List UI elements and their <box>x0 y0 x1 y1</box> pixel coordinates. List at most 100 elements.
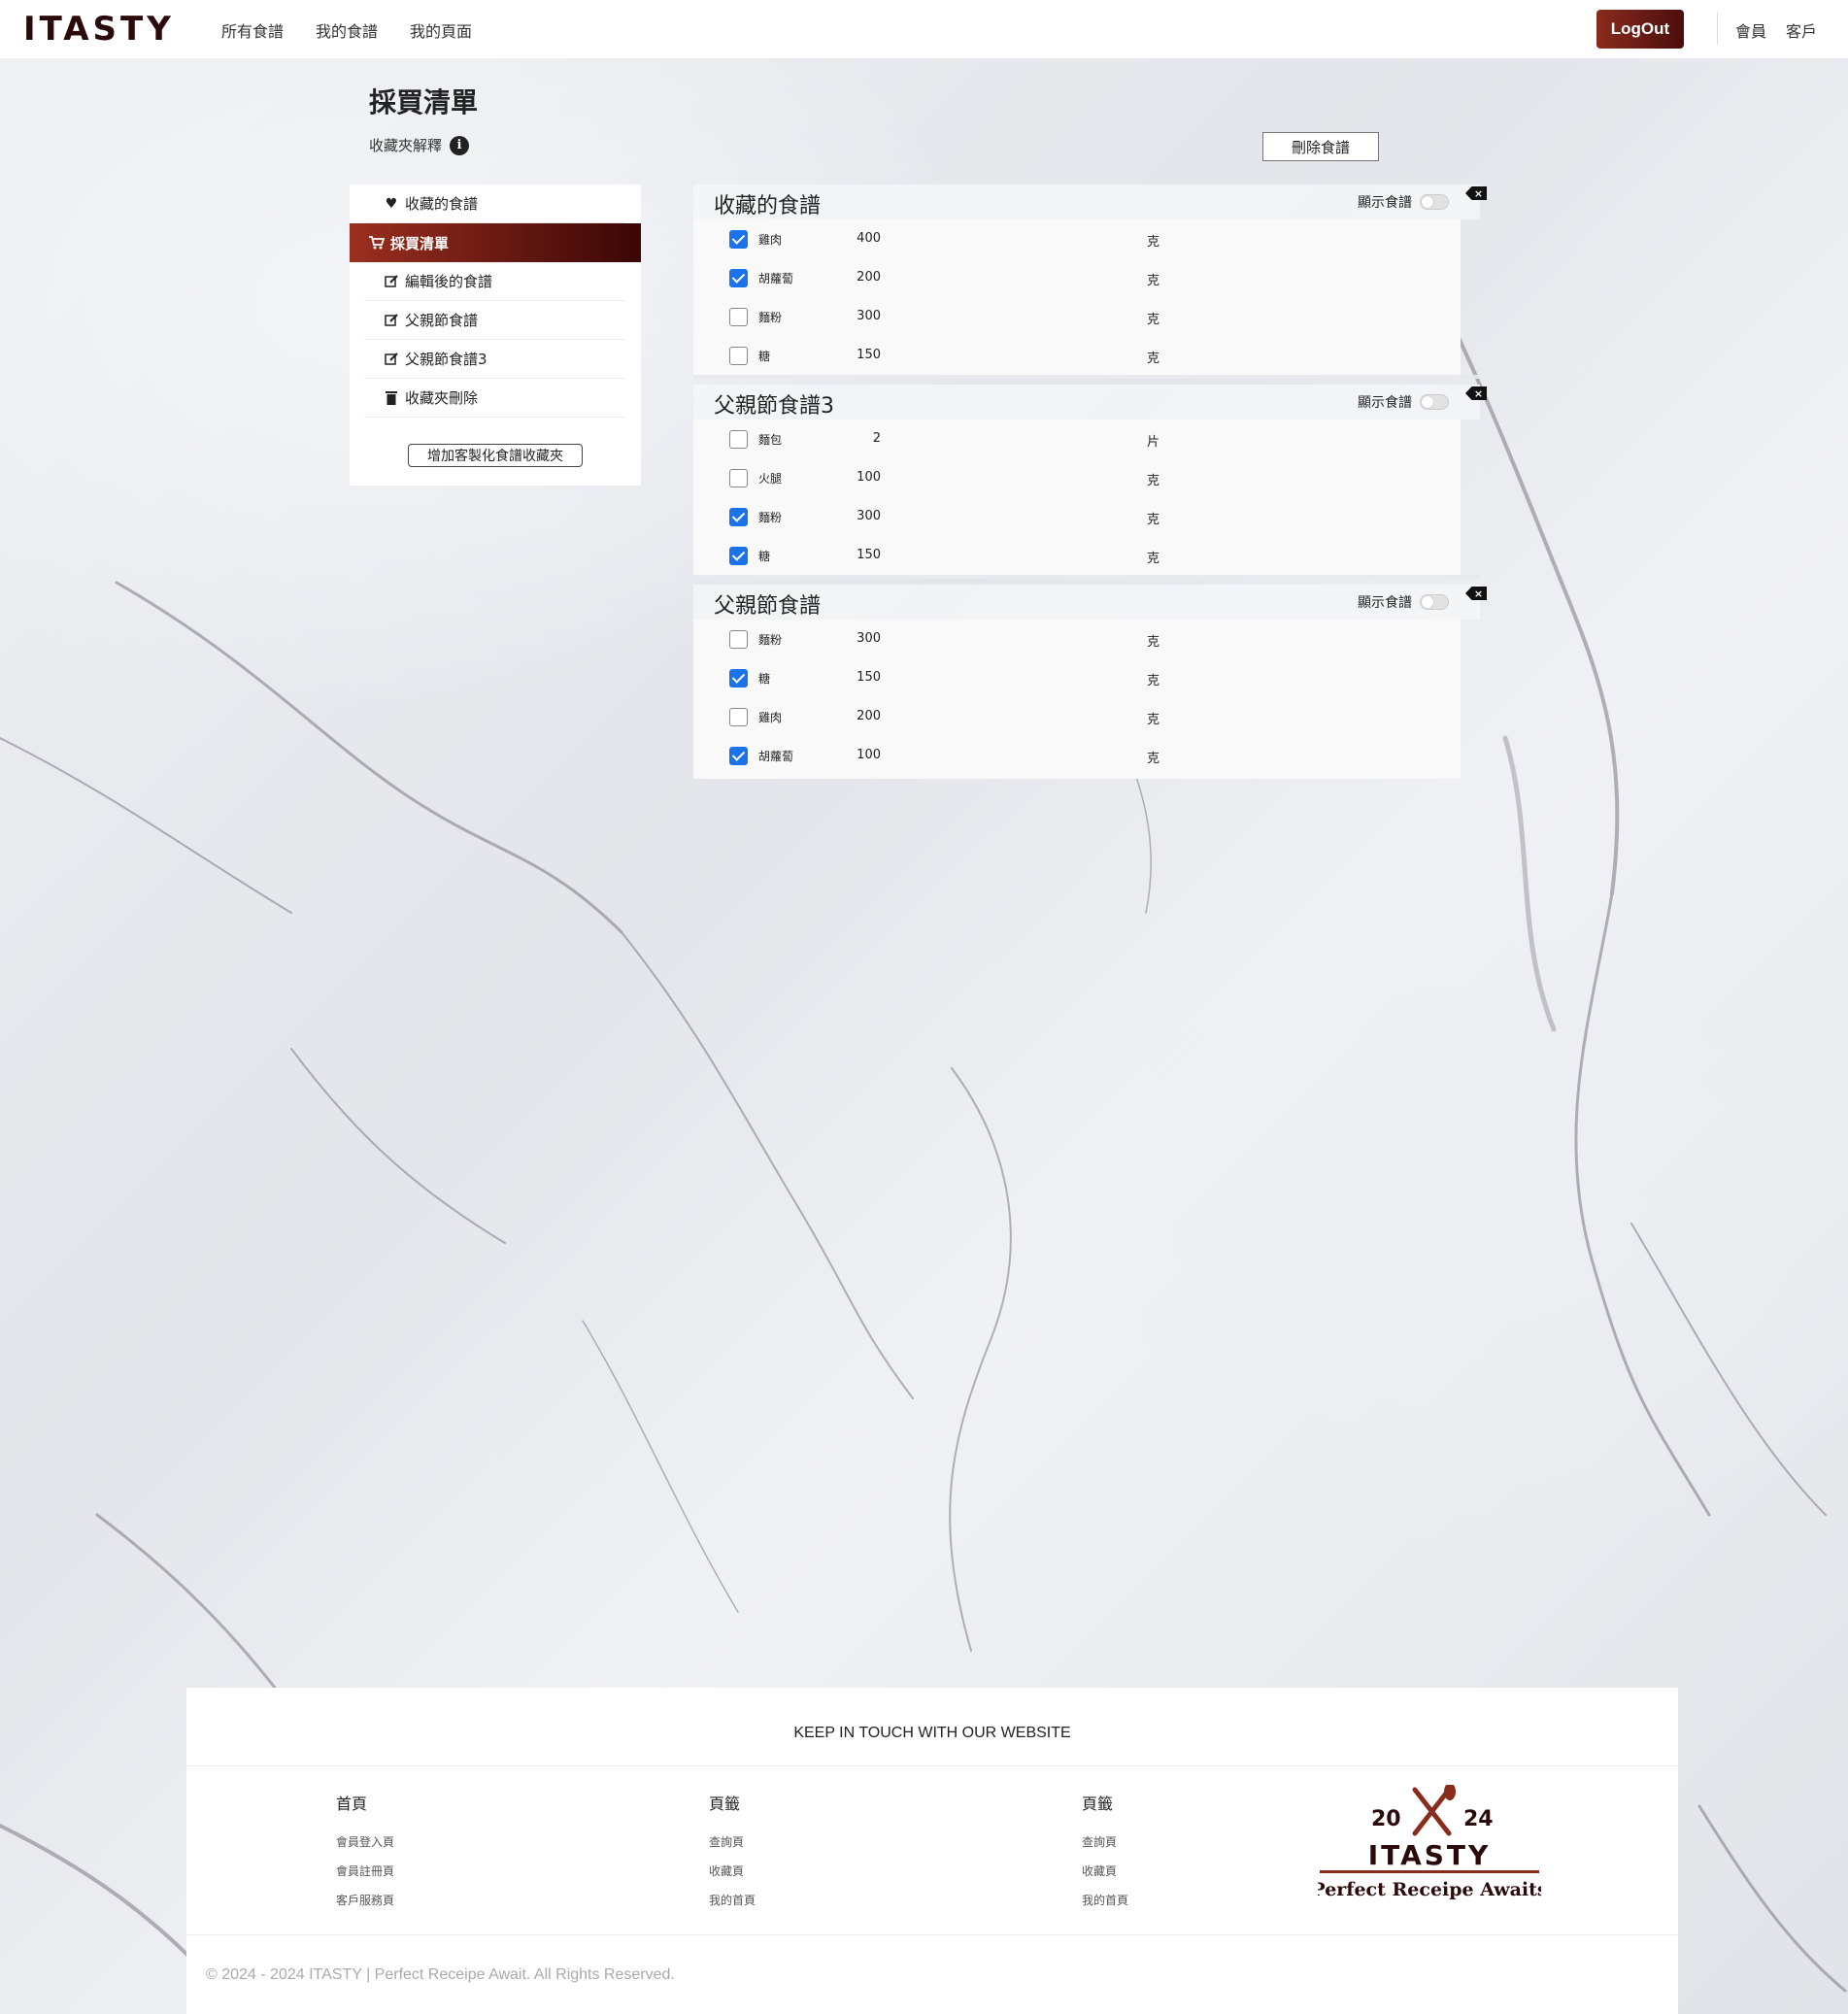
ingredient-name: 麵粉 <box>758 633 783 647</box>
footer-link[interactable]: 我的首頁 <box>1082 1892 1128 1908</box>
delete-recipe-button[interactable]: 刪除食譜 <box>1262 132 1379 161</box>
logo-brand: ITASTY <box>1368 1839 1492 1871</box>
ingredient-checkbox[interactable] <box>729 469 748 487</box>
ingredient-qty: 150 <box>857 348 881 362</box>
ingredient-unit: 克 <box>1147 235 1160 250</box>
ingredient-list: 雞肉 400 克 胡蘿蔔 200 克 麵粉 300 克 糖 150 克 <box>693 219 1461 379</box>
ingredient-qty: 2 <box>872 431 881 446</box>
ingredient-checkbox[interactable] <box>729 669 748 688</box>
fork-spoon-icon <box>1412 1785 1456 1836</box>
ingredient-checkbox[interactable] <box>729 308 748 326</box>
logo-year-right: 24 <box>1463 1807 1494 1831</box>
recipe-card-header: 父親節食譜3 顯示食譜 × <box>693 385 1487 420</box>
show-recipe-toggle[interactable] <box>1420 194 1449 210</box>
nav-my-recipes[interactable]: 我的食譜 <box>316 18 378 42</box>
info-icon[interactable]: i <box>450 135 470 155</box>
footer-link[interactable]: 客戶服務頁 <box>336 1892 394 1908</box>
ingredient-checkbox[interactable] <box>729 269 748 287</box>
edit-icon <box>384 274 399 288</box>
folder-explain-label: 收藏夾解釋 <box>369 137 443 154</box>
close-icon[interactable]: × <box>1465 186 1487 200</box>
footer-keep-in-touch: KEEP IN TOUCH WITH OUR WEBSITE <box>793 1725 1071 1741</box>
recipe-card: 父親節食譜 顯示食譜 × 麵粉 300 克 糖 150 克 雞肉 200 克 胡… <box>693 585 1487 779</box>
sidebar-item-fathers-day[interactable]: 父親節食譜 <box>364 301 626 340</box>
ingredient-name: 麵粉 <box>758 311 783 324</box>
sidebar-item-label: 採買清單 <box>390 234 450 252</box>
ingredient-qty: 150 <box>857 670 881 685</box>
ingredient-row: 糖 150 克 <box>693 336 1461 375</box>
footer-link[interactable]: 查詢頁 <box>709 1833 756 1850</box>
show-recipe-label: 顯示食譜 <box>1358 395 1412 411</box>
show-recipe-label: 顯示食譜 <box>1358 595 1412 611</box>
nav-customer[interactable]: 客戶 <box>1786 18 1817 42</box>
sidebar-item-label: 編輯後的食譜 <box>405 273 493 290</box>
footer-link[interactable]: 收藏頁 <box>709 1863 756 1879</box>
close-icon[interactable]: × <box>1465 386 1487 400</box>
ingredient-checkbox[interactable] <box>729 347 748 365</box>
sidebar-item-label: 父親節食譜 <box>405 312 479 329</box>
nav-member[interactable]: 會員 <box>1735 18 1766 42</box>
nav-right-links: 會員 客戶 <box>1735 18 1817 42</box>
ingredient-unit: 克 <box>1147 313 1160 327</box>
trash-icon <box>384 390 399 405</box>
folder-explain: 收藏夾解釋 i <box>369 135 470 155</box>
recipe-card-header: 父親節食譜 顯示食譜 × <box>693 585 1487 620</box>
page-title: 採買清單 <box>369 86 479 118</box>
sidebar-item-label: 父親節食譜3 <box>405 351 487 368</box>
ingredient-checkbox[interactable] <box>729 630 748 649</box>
sidebar-item-fathers-day-3[interactable]: 父親節食譜3 <box>364 340 626 379</box>
footer-column-heading: 頁籤 <box>709 1795 741 1813</box>
ingredient-checkbox[interactable] <box>729 708 748 726</box>
close-icon[interactable]: × <box>1465 587 1487 600</box>
footer-column: 頁籤 查詢頁 收藏頁 我的首頁 <box>709 1791 756 1921</box>
ingredient-checkbox[interactable] <box>729 430 748 449</box>
ingredient-unit: 克 <box>1147 274 1160 288</box>
ingredient-checkbox[interactable] <box>729 547 748 565</box>
logo-year-left: 20 <box>1371 1807 1401 1831</box>
footer-link[interactable]: 查詢頁 <box>1082 1833 1128 1850</box>
footer-column-heading: 頁籤 <box>1082 1795 1114 1813</box>
add-custom-folder-button[interactable]: 增加客製化食譜收藏夾 <box>408 444 583 467</box>
card-divider <box>693 575 1480 579</box>
sidebar-item-label: 收藏夾刪除 <box>405 389 479 407</box>
ingredient-unit: 克 <box>1147 752 1160 766</box>
ingredient-checkbox[interactable] <box>729 230 748 249</box>
ingredient-checkbox[interactable] <box>729 508 748 526</box>
show-recipe-toggle[interactable] <box>1420 394 1449 410</box>
ingredient-checkbox[interactable] <box>729 747 748 765</box>
ingredient-name: 胡蘿蔔 <box>758 750 794 763</box>
ingredient-name: 雞肉 <box>758 711 783 724</box>
footer-link[interactable]: 會員註冊頁 <box>336 1863 394 1879</box>
ingredient-qty: 200 <box>857 709 881 723</box>
sidebar-item-shopping-list[interactable]: 採買清單 <box>350 223 641 262</box>
footer-link[interactable]: 會員登入頁 <box>336 1833 394 1850</box>
footer-link[interactable]: 我的首頁 <box>709 1892 756 1908</box>
show-recipe-label: 顯示食譜 <box>1358 195 1412 211</box>
sidebar-item-delete-folder[interactable]: 收藏夾刪除 <box>364 379 626 418</box>
ingredient-list: 麵包 2 片 火腿 100 克 麵粉 300 克 糖 150 克 <box>693 420 1461 579</box>
recipe-card: 父親節食譜3 顯示食譜 × 麵包 2 片 火腿 100 克 麵粉 300 克 糖… <box>693 385 1487 579</box>
card-divider <box>693 375 1480 379</box>
brand-logo[interactable]: ITASTY <box>23 10 175 49</box>
sidebar-item-favorites[interactable]: ♥ 收藏的食譜 <box>364 185 626 223</box>
main-nav: 所有食譜 我的食譜 我的頁面 <box>221 18 472 42</box>
footer-column: 首頁 會員登入頁 會員註冊頁 客戶服務頁 <box>336 1791 394 1921</box>
logout-button[interactable]: LogOut <box>1596 10 1684 49</box>
ingredient-qty: 100 <box>857 470 881 485</box>
footer-copyright: © 2024 - 2024 ITASTY | Perfect Receipe A… <box>206 1966 675 1983</box>
footer-brand-logo: 20 24 ITASTY Perfect Receipe Awaits <box>1318 1785 1541 1900</box>
footer-column: 頁籤 查詢頁 收藏頁 我的首頁 <box>1082 1791 1128 1921</box>
ingredient-name: 火腿 <box>758 472 783 486</box>
nav-all-recipes[interactable]: 所有食譜 <box>221 18 284 42</box>
ingredient-row: 胡蘿蔔 200 克 <box>693 258 1461 297</box>
sidebar-item-edited-recipes[interactable]: 編輯後的食譜 <box>364 262 626 301</box>
ingredient-unit: 克 <box>1147 552 1160 566</box>
site-footer: KEEP IN TOUCH WITH OUR WEBSITE 首頁 會員登入頁 … <box>186 1688 1678 2014</box>
cart-icon <box>369 236 385 250</box>
show-recipe-toggle[interactable] <box>1420 594 1449 610</box>
nav-my-page[interactable]: 我的頁面 <box>410 18 472 42</box>
footer-link[interactable]: 收藏頁 <box>1082 1863 1128 1879</box>
recipe-card: 收藏的食譜 顯示食譜 × 雞肉 400 克 胡蘿蔔 200 克 麵粉 300 克… <box>693 185 1487 379</box>
footer-divider <box>186 1765 1678 1766</box>
footer-divider <box>186 1934 1678 1935</box>
